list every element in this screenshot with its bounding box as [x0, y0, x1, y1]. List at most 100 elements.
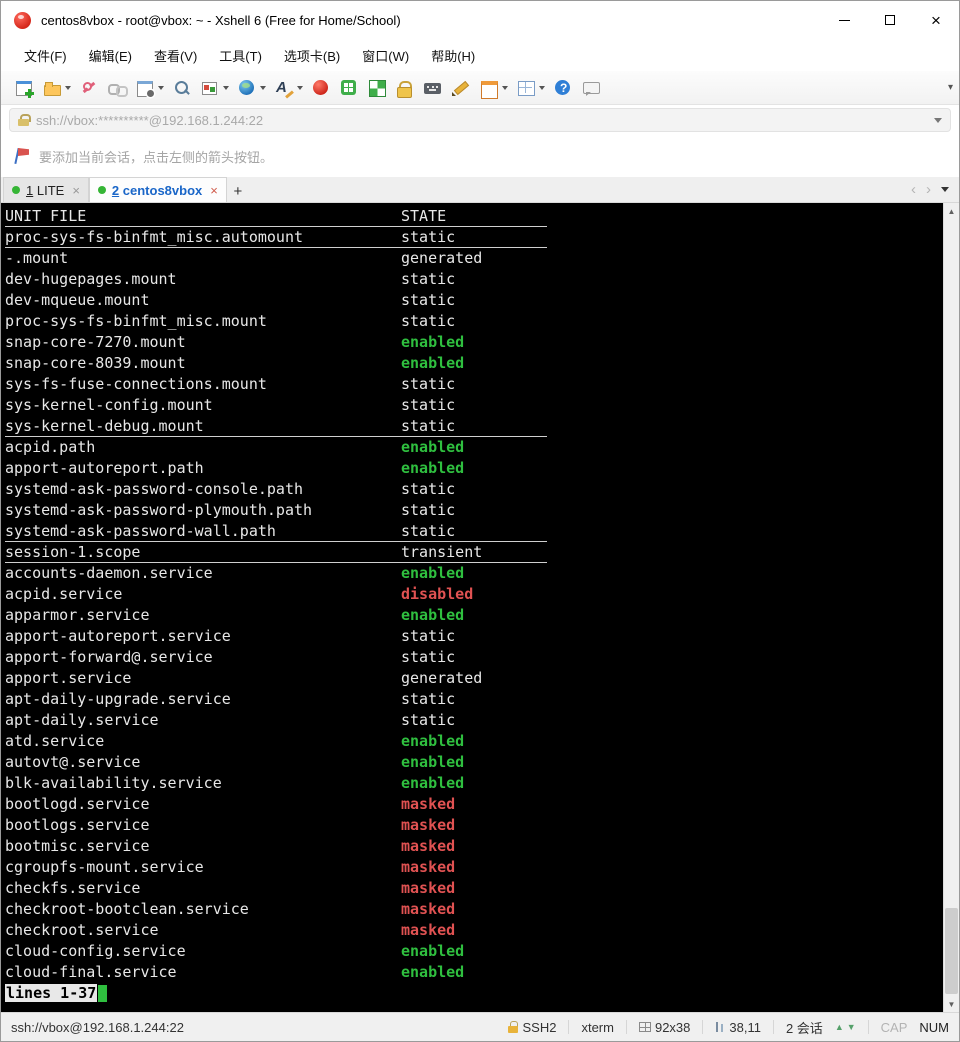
- minimize-button[interactable]: [821, 1, 867, 39]
- unit-file-cell: apparmor.service: [5, 605, 401, 626]
- terminal-row: sys-kernel-debug.mountstatic: [5, 416, 547, 437]
- maximize-button[interactable]: [867, 1, 913, 39]
- terminal-row: systemd-ask-password-plymouth.pathstatic: [5, 500, 943, 521]
- fullscreen-button[interactable]: [364, 75, 390, 101]
- layout-button[interactable]: [476, 75, 511, 101]
- close-icon: ×: [931, 12, 941, 29]
- tile-windows-button[interactable]: [513, 75, 548, 101]
- session-nav: ▲ ▼: [835, 1023, 856, 1032]
- close-button[interactable]: ×: [913, 1, 959, 39]
- terminal-row: apport-autoreport.servicestatic: [5, 626, 943, 647]
- terminal-row: atd.serviceenabled: [5, 731, 943, 752]
- state-cell: static: [401, 626, 455, 647]
- tab-nav: ‹ ›: [911, 177, 957, 202]
- state-cell: enabled: [401, 731, 464, 752]
- status-terminal-type: xterm: [581, 1020, 614, 1035]
- menu-edit[interactable]: 编辑(E): [80, 42, 141, 69]
- tab-list-dropdown-icon[interactable]: [941, 187, 949, 192]
- virtual-keyboard-icon: [423, 78, 443, 98]
- help-button[interactable]: [550, 75, 576, 101]
- new-session-button[interactable]: [11, 75, 37, 101]
- tab-centos8vbox[interactable]: 2 centos8vbox ×: [89, 177, 227, 202]
- menu-help[interactable]: 帮助(H): [422, 42, 484, 69]
- menu-tools[interactable]: 工具(T): [210, 42, 271, 69]
- menu-tabs[interactable]: 选项卡(B): [275, 42, 349, 69]
- tab-lite[interactable]: 1 LITE ×: [3, 177, 89, 202]
- state-cell: static: [401, 227, 455, 248]
- menu-view[interactable]: 查看(V): [145, 42, 206, 69]
- web-button[interactable]: [234, 75, 269, 101]
- new-tab-button[interactable]: +: [227, 180, 249, 202]
- unit-file-cell: apport-autoreport.service: [5, 626, 401, 647]
- terminal-area: UNIT FILESTATEproc-sys-fs-binfmt_misc.au…: [1, 203, 959, 1012]
- pager-line: lines 1-37: [5, 983, 943, 1004]
- virtual-keyboard-button[interactable]: [420, 75, 446, 101]
- reconnect-icon: [107, 78, 127, 98]
- unit-file-cell: apport-autoreport.path: [5, 458, 401, 479]
- unit-file-cell: autovt@.service: [5, 752, 401, 773]
- unit-file-cell: checkfs.service: [5, 878, 401, 899]
- open-sessions-button[interactable]: [39, 75, 74, 101]
- font-button[interactable]: [271, 75, 306, 101]
- tab-label: LITE: [37, 183, 64, 198]
- unit-file-cell: checkroot.service: [5, 920, 401, 941]
- info-bar-text: 要添加当前会话，点击左侧的箭头按钮。: [39, 147, 273, 166]
- terminal-output: UNIT FILESTATEproc-sys-fs-binfmt_misc.au…: [5, 206, 943, 983]
- status-connection: ssh://vbox@192.168.1.244:22: [11, 1020, 184, 1035]
- status-protocol: SSH2: [508, 1020, 557, 1035]
- unit-file-cell: sys-fs-fuse-connections.mount: [5, 374, 401, 395]
- new-session-icon: [14, 78, 34, 98]
- compose-button[interactable]: [448, 75, 474, 101]
- xagent-button[interactable]: [308, 75, 334, 101]
- package-button[interactable]: [336, 75, 362, 101]
- tile-windows-icon: [516, 78, 536, 98]
- terminal-row: apport-autoreport.pathenabled: [5, 458, 943, 479]
- tab-scroll-right-icon[interactable]: ›: [926, 182, 931, 197]
- lock-screen-button[interactable]: [392, 75, 418, 101]
- font-icon: [274, 78, 294, 98]
- terminal-row: acpid.pathenabled: [5, 437, 943, 458]
- menu-window[interactable]: 窗口(W): [353, 42, 418, 69]
- chevron-down-icon[interactable]: [934, 118, 942, 123]
- state-cell: static: [401, 500, 455, 521]
- state-cell: enabled: [401, 962, 464, 983]
- feedback-button[interactable]: [578, 75, 604, 101]
- tab-close-icon[interactable]: ×: [72, 183, 80, 198]
- terminal-row: -.mountgenerated: [5, 248, 943, 269]
- state-cell: STATE: [401, 206, 446, 227]
- toolbar-overflow-button[interactable]: ▾: [948, 82, 953, 93]
- terminal-row: dev-hugepages.mountstatic: [5, 269, 943, 290]
- terminal-header-row: UNIT FILESTATE: [5, 206, 547, 227]
- state-cell: enabled: [401, 332, 464, 353]
- find-button[interactable]: [169, 75, 195, 101]
- toolbar: ▾: [1, 71, 959, 105]
- terminal-scrollbar[interactable]: ▲ ▼: [943, 203, 959, 1012]
- unit-file-cell: atd.service: [5, 731, 401, 752]
- unit-file-cell: systemd-ask-password-wall.path: [5, 521, 401, 542]
- state-cell: enabled: [401, 752, 464, 773]
- flag-icon[interactable]: [13, 146, 31, 166]
- file-transfer-icon: [200, 78, 220, 98]
- terminal-row: apt-daily-upgrade.servicestatic: [5, 689, 943, 710]
- chevron-down-icon: [297, 86, 303, 90]
- arrow-up-icon[interactable]: ▲: [835, 1023, 844, 1032]
- disconnect-button[interactable]: [76, 75, 102, 101]
- state-cell: static: [401, 311, 455, 332]
- scroll-up-icon[interactable]: ▲: [944, 203, 959, 219]
- tab-number: 1: [26, 183, 33, 198]
- tab-scroll-left-icon[interactable]: ‹: [911, 182, 916, 197]
- reconnect-button[interactable]: [104, 75, 130, 101]
- session-properties-button[interactable]: [132, 75, 167, 101]
- tab-close-icon[interactable]: ×: [210, 183, 218, 198]
- state-cell: static: [401, 290, 455, 311]
- address-input[interactable]: ssh://vbox:**********@192.168.1.244:22: [9, 108, 951, 132]
- scroll-down-icon[interactable]: ▼: [944, 996, 959, 1012]
- terminal-screen[interactable]: UNIT FILESTATEproc-sys-fs-binfmt_misc.au…: [1, 203, 943, 1012]
- lock-icon: [508, 1021, 519, 1033]
- menu-file[interactable]: 文件(F): [15, 42, 76, 69]
- scrollbar-thumb[interactable]: [945, 908, 958, 994]
- unit-file-cell: session-1.scope: [5, 542, 401, 563]
- grid-icon: [639, 1022, 651, 1032]
- arrow-down-icon[interactable]: ▼: [847, 1023, 856, 1032]
- file-transfer-button[interactable]: [197, 75, 232, 101]
